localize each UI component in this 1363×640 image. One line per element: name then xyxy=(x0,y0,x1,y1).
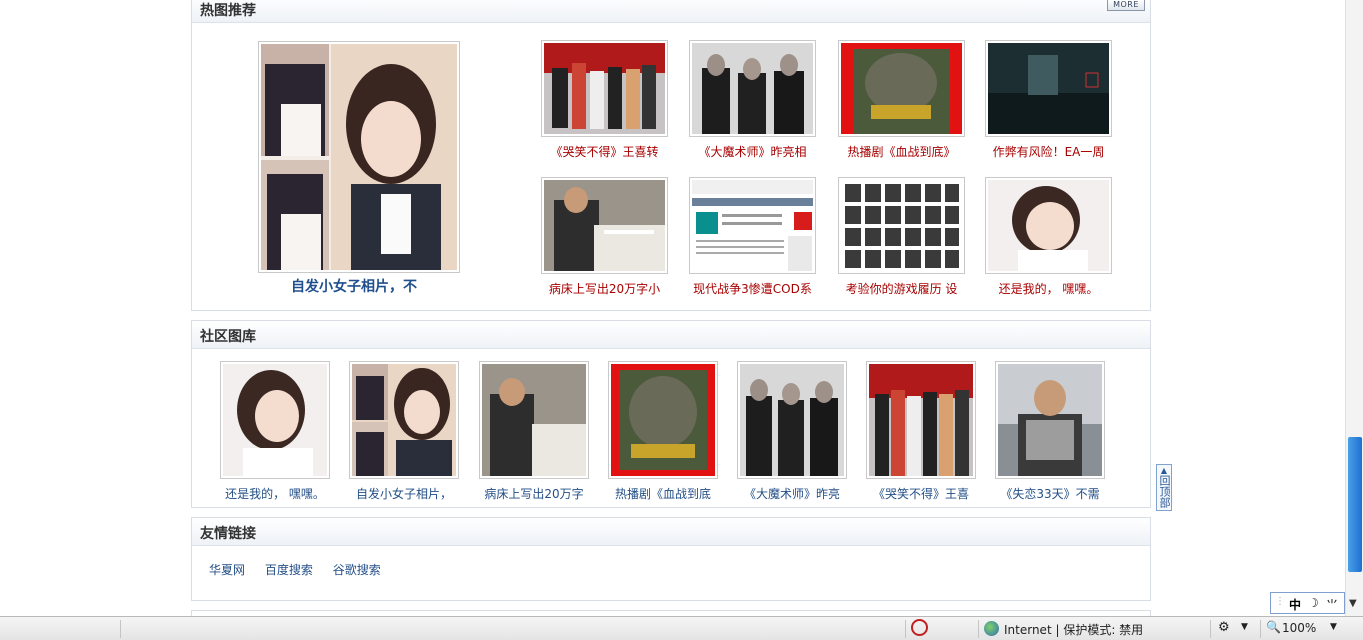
hot-thumb-3[interactable] xyxy=(838,40,965,137)
friend-link-1[interactable]: 华夏网 xyxy=(209,563,245,577)
browser-status-bar: Internet | 保护模式: 禁用 ⚙ ▼ 🔍 100% ▼ xyxy=(0,616,1363,640)
popup-blocker-icon[interactable] xyxy=(911,619,928,636)
zoom-dropdown-icon[interactable]: ▼ xyxy=(1330,622,1337,632)
zoom-level[interactable]: 100% xyxy=(1282,621,1316,635)
hot-thumb-7[interactable] xyxy=(838,177,965,274)
hot-thumb-5[interactable] xyxy=(541,177,668,274)
ime-punctuation-icon[interactable]: ⺌ xyxy=(1326,596,1338,613)
community-caption-7[interactable]: 《失恋33天》不需 xyxy=(995,485,1105,502)
community-gallery-section: 社区图库 还是我的， 嘿嘿。 自发小女子相片， 病床上写出20万字 热播剧《血战… xyxy=(191,320,1151,508)
hot-thumb-8[interactable] xyxy=(985,177,1112,274)
community-caption-2[interactable]: 自发小女子相片， xyxy=(349,485,459,502)
featured-photo[interactable] xyxy=(258,41,460,273)
friend-links-title: 友情链接 xyxy=(200,526,256,542)
hot-pics-header: 热图推荐 MORE xyxy=(192,0,1150,23)
community-caption-1[interactable]: 还是我的， 嘿嘿。 xyxy=(220,485,330,502)
up-arrow-icon: ▲ xyxy=(1160,466,1168,475)
hot-pics-title: 热图推荐 xyxy=(200,3,256,19)
hot-caption-1[interactable]: 《哭笑不得》王喜转 xyxy=(541,143,668,160)
scrollbar-thumb[interactable] xyxy=(1348,437,1362,572)
page-viewport: 热图推荐 MORE 自发小女子相片，不 《哭笑不得》王喜转 《大魔术师》昨亮相 … xyxy=(0,0,1345,616)
hot-thumb-2[interactable] xyxy=(689,40,816,137)
back-to-top-label: 回顶部 xyxy=(1158,475,1171,508)
hot-thumb-4[interactable] xyxy=(985,40,1112,137)
community-gallery-header: 社区图库 xyxy=(192,321,1150,349)
hot-caption-3[interactable]: 热播剧《血战到底》 xyxy=(838,143,965,160)
hot-pics-section: 热图推荐 MORE 自发小女子相片，不 《哭笑不得》王喜转 《大魔术师》昨亮相 … xyxy=(191,0,1151,311)
community-thumb-6[interactable] xyxy=(866,361,976,479)
community-caption-6[interactable]: 《哭笑不得》王喜 xyxy=(866,485,976,502)
hot-thumb-1[interactable] xyxy=(541,40,668,137)
hot-caption-2[interactable]: 《大魔术师》昨亮相 xyxy=(689,143,816,160)
more-button[interactable]: MORE xyxy=(1107,0,1145,11)
ime-language[interactable]: 中 xyxy=(1289,596,1301,613)
friend-link-2[interactable]: 百度搜索 xyxy=(265,563,313,577)
friend-link-3[interactable]: 谷歌搜索 xyxy=(333,563,381,577)
community-thumb-2[interactable] xyxy=(349,361,459,479)
back-to-top-button[interactable]: ▲ 回顶部 xyxy=(1156,464,1172,511)
ime-grip-icon: ⋮ xyxy=(1275,596,1285,607)
vertical-scrollbar[interactable]: ▼ xyxy=(1345,0,1363,616)
zoom-icon[interactable]: 🔍 xyxy=(1266,620,1281,634)
hot-caption-4[interactable]: 作弊有风险！EA一周 xyxy=(985,143,1112,160)
community-gallery-title: 社区图库 xyxy=(200,329,256,345)
status-separator xyxy=(1260,620,1261,638)
status-separator xyxy=(905,620,906,638)
ime-toolbar[interactable]: ⋮ 中 ☽ ⺌ xyxy=(1270,592,1345,614)
chevron-down-icon[interactable]: ▼ xyxy=(1241,622,1248,632)
ime-moon-icon[interactable]: ☽ xyxy=(1308,596,1319,610)
community-thumb-4[interactable] xyxy=(608,361,718,479)
hot-caption-5[interactable]: 病床上写出20万字小 xyxy=(541,280,668,297)
community-caption-5[interactable]: 《大魔术师》昨亮 xyxy=(737,485,847,502)
hot-caption-6[interactable]: 现代战争3惨遭COD系 xyxy=(689,280,816,297)
status-separator xyxy=(978,620,979,638)
friend-links-list: 华夏网 百度搜索 谷歌搜索 xyxy=(209,561,397,578)
status-separator xyxy=(120,620,121,638)
hot-caption-8[interactable]: 还是我的， 嘿嘿。 xyxy=(985,280,1112,297)
friend-links-section: 友情链接 华夏网 百度搜索 谷歌搜索 xyxy=(191,517,1151,601)
community-caption-4[interactable]: 热播剧《血战到底 xyxy=(608,485,718,502)
security-settings-icon[interactable]: ⚙ xyxy=(1218,620,1230,635)
status-separator xyxy=(1210,620,1211,638)
scroll-down-arrow-icon[interactable]: ▼ xyxy=(1349,598,1357,609)
community-thumb-1[interactable] xyxy=(220,361,330,479)
friend-links-header: 友情链接 xyxy=(192,518,1150,546)
community-caption-3[interactable]: 病床上写出20万字 xyxy=(479,485,589,502)
security-zone-text[interactable]: Internet | 保护模式: 禁用 xyxy=(1004,621,1143,638)
featured-caption[interactable]: 自发小女子相片，不 xyxy=(291,276,417,296)
internet-zone-icon xyxy=(984,621,999,636)
hot-caption-7[interactable]: 考验你的游戏履历 设 xyxy=(838,280,965,297)
community-thumb-3[interactable] xyxy=(479,361,589,479)
community-thumb-5[interactable] xyxy=(737,361,847,479)
hot-thumb-6[interactable] xyxy=(689,177,816,274)
community-thumb-7[interactable] xyxy=(995,361,1105,479)
